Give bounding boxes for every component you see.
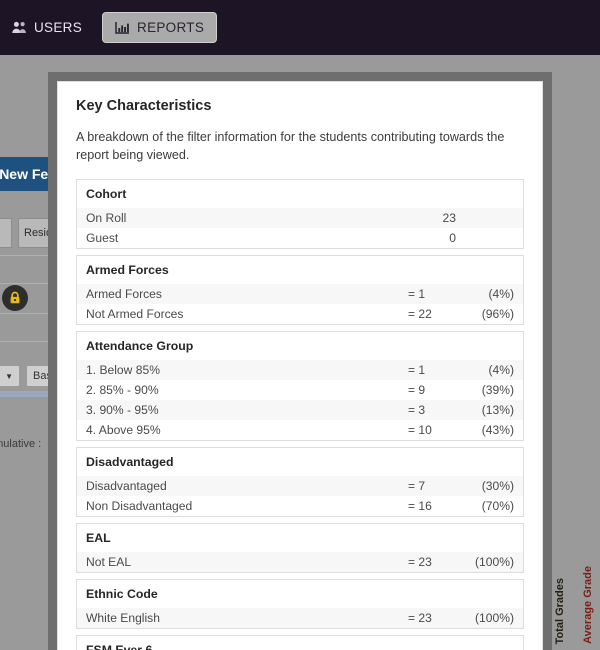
nav-item-users[interactable]: USERS [2, 13, 92, 42]
characteristic-label: Not EAL [86, 554, 132, 569]
lock-icon [2, 285, 28, 311]
background-dropdown[interactable]: ▼ [0, 365, 20, 387]
bar-chart-icon [115, 21, 130, 35]
characteristic-group: Ethnic Code White English = 23 (100%) [76, 578, 524, 629]
background-cumulative-label: umulative : [0, 438, 42, 450]
characteristic-label: 1. Below 85% [86, 362, 160, 377]
characteristic-percentage: (4%) [488, 362, 514, 377]
characteristic-group-title: FSM Ever 6 [77, 635, 523, 650]
characteristics-group-list: Cohort On Roll 23 Guest 0 Armed Forces Armed F… [76, 178, 524, 650]
characteristic-percentage: (39%) [481, 382, 514, 397]
characteristic-group: EAL Not EAL = 23 (100%) [76, 522, 524, 573]
top-navigation-bar: USERS REPORTS [0, 0, 600, 55]
characteristic-count: = 23 [408, 610, 432, 625]
characteristic-percentage: (100%) [475, 610, 514, 625]
characteristic-label: Not Armed Forces [86, 306, 184, 321]
characteristic-percentage: (43%) [481, 422, 514, 437]
characteristic-row: White English = 23 (100%) [77, 607, 523, 628]
characteristic-percentage: (96%) [481, 306, 514, 321]
modal-title: Key Characteristics [76, 98, 212, 114]
characteristic-count: = 1 [408, 362, 426, 377]
characteristic-count: = 9 [408, 382, 426, 397]
characteristic-count: 23 [442, 210, 456, 225]
characteristic-percentage: (100%) [475, 554, 514, 569]
users-icon [12, 21, 27, 34]
characteristic-row: 1. Below 85% = 1 (4%) [77, 359, 523, 380]
characteristic-count: = 10 [408, 422, 432, 437]
characteristic-group: Attendance Group 1. Below 85% = 1 (4%) 2. 85… [76, 330, 524, 441]
characteristic-row: 2. 85% - 90% = 9 (39%) [77, 379, 523, 400]
characteristic-label: Disadvantaged [86, 478, 167, 493]
nav-item-reports-label: REPORTS [137, 20, 205, 35]
characteristic-count: = 7 [408, 478, 426, 493]
key-characteristics-modal-frame: Key Characteristics A breakdown of the f… [48, 72, 552, 650]
characteristic-row: Disadvantaged = 7 (30%) [77, 475, 523, 496]
characteristic-group-title: Cohort [77, 179, 523, 208]
characteristic-row: Armed Forces = 1 (4%) [77, 283, 523, 304]
characteristic-label: 4. Above 95% [86, 422, 161, 437]
characteristic-label: 2. 85% - 90% [86, 382, 159, 397]
characteristic-group: FSM Ever 6No= 16(70%)Yes= 7(30%) [76, 634, 524, 650]
characteristic-label: Armed Forces [86, 286, 162, 301]
characteristic-row: 4. Above 95% = 10 (43%) [77, 419, 523, 440]
characteristic-percentage: (30%) [481, 478, 514, 493]
characteristic-count: = 16 [408, 498, 432, 513]
nav-item-users-label: USERS [34, 20, 83, 35]
characteristic-label: Guest [86, 230, 119, 245]
chart-axis-label-total-grades: Total Grades [554, 577, 566, 644]
characteristic-percentage: (4%) [488, 286, 514, 301]
characteristic-percentage: (70%) [481, 498, 514, 513]
characteristic-row: 3. 90% - 95% = 3 (13%) [77, 399, 523, 420]
characteristic-row: Non Disadvantaged = 16 (70%) [77, 495, 523, 516]
characteristic-group: Cohort On Roll 23 Guest 0 [76, 178, 524, 249]
characteristic-count: 0 [449, 230, 456, 245]
characteristic-group-title: Armed Forces [77, 255, 523, 284]
characteristic-count: = 22 [408, 306, 432, 321]
characteristic-percentage: (13%) [481, 402, 514, 417]
modal-description: A breakdown of the filter information fo… [76, 130, 505, 163]
characteristic-count: = 1 [408, 286, 426, 301]
nav-item-reports[interactable]: REPORTS [102, 12, 218, 43]
characteristic-group: Disadvantaged Disadvantaged = 7 (30%) Non Di… [76, 446, 524, 517]
characteristic-group-title: Attendance Group [77, 331, 523, 360]
characteristic-row: Not Armed Forces = 22 (96%) [77, 303, 523, 324]
characteristic-label: White English [86, 610, 160, 625]
characteristic-row: Not EAL = 23 (100%) [77, 551, 523, 572]
characteristic-group-title: Disadvantaged [77, 447, 523, 476]
chart-axis-label-average-grade: Average Grade [582, 566, 594, 644]
characteristic-group-title: EAL [77, 523, 523, 552]
background-chip-blank[interactable] [0, 218, 12, 248]
characteristic-row: On Roll 23 [77, 207, 523, 228]
characteristic-label: 3. 90% - 95% [86, 402, 159, 417]
characteristic-group: Armed Forces Armed Forces = 1 (4%) Not Armed… [76, 254, 524, 325]
chevron-down-icon: ▼ [5, 371, 13, 381]
characteristic-label: On Roll [86, 210, 127, 225]
characteristic-count: = 3 [408, 402, 426, 417]
characteristic-row: Guest 0 [77, 227, 523, 248]
characteristic-count: = 23 [408, 554, 432, 569]
characteristic-group-title: Ethnic Code [77, 579, 523, 608]
key-characteristics-modal: Key Characteristics A breakdown of the f… [57, 81, 543, 650]
characteristic-label: Non Disadvantaged [86, 498, 193, 513]
